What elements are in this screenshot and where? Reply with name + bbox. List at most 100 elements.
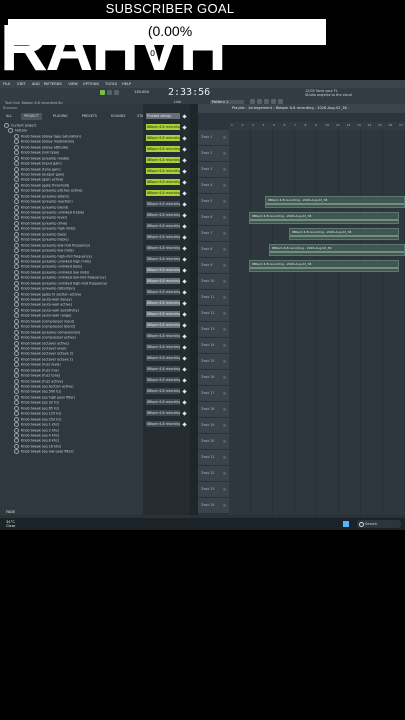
track-header[interactable]: Track 7	[198, 226, 229, 242]
channel-name-button[interactable]: 8Bbpm 6-8 recording	[146, 355, 180, 361]
stop-button[interactable]	[107, 90, 112, 95]
channel-name-button[interactable]: 8Bbpm 6-8 recording	[146, 344, 180, 350]
track-header[interactable]: Track 24	[198, 498, 229, 514]
track-mute-icon[interactable]	[223, 488, 226, 491]
browser-tab-presets[interactable]: PRESETS	[79, 113, 100, 120]
channel-select-icon[interactable]	[182, 278, 187, 284]
track-header[interactable]: Track 18	[198, 402, 229, 418]
track-mute-icon[interactable]	[223, 152, 226, 155]
track-header[interactable]: Track 8	[198, 242, 229, 258]
track-mute-icon[interactable]	[223, 216, 226, 219]
channel-name-button[interactable]: 8Bbpm 6-8 recording	[146, 278, 180, 284]
menu-item-tools[interactable]: TOOLS	[105, 82, 117, 86]
audio-clip[interactable]: 8Bbpm 6-8 recording - 2026-Aug-02_36	[249, 212, 399, 224]
track-header[interactable]: Track 13	[198, 322, 229, 338]
audio-clip[interactable]: 8Bbpm 6-8 recording - 2026-Aug-02_36	[249, 260, 399, 272]
track-header[interactable]: Track 3	[198, 162, 229, 178]
channel-select-icon[interactable]	[182, 410, 187, 416]
channel[interactable]: 8Bbpm 6-8 recording	[146, 344, 190, 351]
play-button[interactable]	[100, 90, 105, 95]
track-header[interactable]: Track 10	[198, 274, 229, 290]
channel[interactable]: Plucked strings	[146, 113, 190, 120]
channel-select-icon[interactable]	[182, 157, 187, 163]
channel[interactable]: 8Bbpm 6-8 recording	[146, 289, 190, 296]
channel-select-icon[interactable]	[182, 168, 187, 174]
channel[interactable]: 8Bbpm 6-8 recording	[146, 146, 190, 153]
timeline-ruler[interactable]: 1 2 3 4 5 6 7 8 9 10 11 12 13 14 15 16 17	[229, 122, 405, 130]
channel[interactable]: 8Bbpm 6-8 recording	[146, 168, 190, 175]
channel-select-icon[interactable]	[182, 333, 187, 339]
channel-select-icon[interactable]	[182, 267, 187, 273]
news-panel[interactable]: 12/05 Save your FL Studio projects to th…	[305, 89, 352, 97]
track-header[interactable]: Track 9	[198, 258, 229, 274]
track-mute-icon[interactable]	[223, 312, 226, 315]
channel-select-icon[interactable]	[182, 300, 187, 306]
channel-select-icon[interactable]	[182, 113, 187, 119]
channel-name-button[interactable]: 8Bbpm 6-8 recording	[146, 168, 180, 174]
weather-widget[interactable]: 34°C Clear	[6, 520, 15, 528]
menu-item-file[interactable]: FILE	[3, 82, 10, 86]
channel[interactable]: 8Bbpm 6-8 recording	[146, 267, 190, 274]
channel[interactable]: 8Bbpm 6-8 recording	[146, 421, 190, 428]
channel-select-icon[interactable]	[182, 256, 187, 262]
channel-select-icon[interactable]	[182, 124, 187, 130]
channel-name-button[interactable]: 8Bbpm 6-8 recording	[146, 267, 180, 273]
channel-select-icon[interactable]	[182, 366, 187, 372]
track-mute-icon[interactable]	[223, 264, 226, 267]
track-mute-icon[interactable]	[223, 184, 226, 187]
channel-select-icon[interactable]	[182, 322, 187, 328]
channel[interactable]: 8Bbpm 6-8 recording	[146, 245, 190, 252]
menu-item-options[interactable]: OPTIONS	[83, 82, 99, 86]
track-mute-icon[interactable]	[223, 504, 226, 507]
channel[interactable]: 8Bbpm 6-8 recording	[146, 124, 190, 131]
track-mute-icon[interactable]	[223, 328, 226, 331]
channel-name-button[interactable]: 8Bbpm 6-8 recording	[146, 410, 180, 416]
channel[interactable]: 8Bbpm 6-8 recording	[146, 201, 190, 208]
channel-select-icon[interactable]	[182, 212, 187, 218]
track-header[interactable]: Track 19	[198, 418, 229, 434]
channel-select-icon[interactable]	[182, 201, 187, 207]
channel-select-icon[interactable]	[182, 377, 187, 383]
track-mute-icon[interactable]	[223, 408, 226, 411]
track-mute-icon[interactable]	[223, 344, 226, 347]
channel-select-icon[interactable]	[182, 289, 187, 295]
track-mute-icon[interactable]	[223, 136, 226, 139]
channel-name-button[interactable]: 8Bbpm 6-8 recording	[146, 201, 180, 207]
channel-select-icon[interactable]	[182, 223, 187, 229]
channel[interactable]: 8Bbpm 6-8 recording	[146, 355, 190, 362]
channel-select-icon[interactable]	[182, 355, 187, 361]
channel[interactable]: 8Bbpm 6-8 recording	[146, 300, 190, 307]
channel-select-icon[interactable]	[182, 311, 187, 317]
track-mute-icon[interactable]	[223, 168, 226, 171]
audio-clip[interactable]: 8Bbpm 6-8 recording - 2026-Aug-02_36	[265, 196, 405, 208]
channel-select-icon[interactable]	[182, 146, 187, 152]
menu-item-edit[interactable]: EDIT	[17, 82, 25, 86]
track-mute-icon[interactable]	[223, 296, 226, 299]
channel-name-button[interactable]: 8Bbpm 6-8 recording	[146, 135, 180, 141]
channel-select-icon[interactable]	[182, 234, 187, 240]
channel-name-button[interactable]: 8Bbpm 6-8 recording	[146, 322, 180, 328]
channel-select-icon[interactable]	[182, 399, 187, 405]
channel-select-icon[interactable]	[182, 179, 187, 185]
audio-clip[interactable]: 8Bbpm 6-8 recording - 2026-Aug-02_36	[289, 228, 399, 240]
channel[interactable]: 8Bbpm 6-8 recording	[146, 311, 190, 318]
channel-name-button[interactable]: 8Bbpm 6-8 recording	[146, 245, 180, 251]
channel-name-button[interactable]: 8Bbpm 6-8 recording	[146, 157, 180, 163]
channel-name-button[interactable]: 8Bbpm 6-8 recording	[146, 300, 180, 306]
menu-item-view[interactable]: VIEW	[68, 82, 77, 86]
channel-name-button[interactable]: 8Bbpm 6-8 recording	[146, 146, 180, 152]
channel[interactable]: 8Bbpm 6-8 recording	[146, 410, 190, 417]
browser-tab-plugins[interactable]: PLUGINS	[50, 113, 71, 120]
track-header[interactable]: Track 6	[198, 210, 229, 226]
channel-select-icon[interactable]	[182, 344, 187, 350]
track-mute-icon[interactable]	[223, 232, 226, 235]
channel-name-button[interactable]: 8Bbpm 6-8 recording	[146, 190, 180, 196]
track-header[interactable]: Track 5	[198, 194, 229, 210]
channel[interactable]: 8Bbpm 6-8 recording	[146, 256, 190, 263]
track-mute-icon[interactable]	[223, 376, 226, 379]
channel[interactable]: 8Bbpm 6-8 recording	[146, 322, 190, 329]
track-header[interactable]: Track 23	[198, 482, 229, 498]
channel-select-icon[interactable]	[182, 190, 187, 196]
channel-select-icon[interactable]	[182, 388, 187, 394]
channel-name-button[interactable]: Plucked strings	[146, 113, 180, 119]
